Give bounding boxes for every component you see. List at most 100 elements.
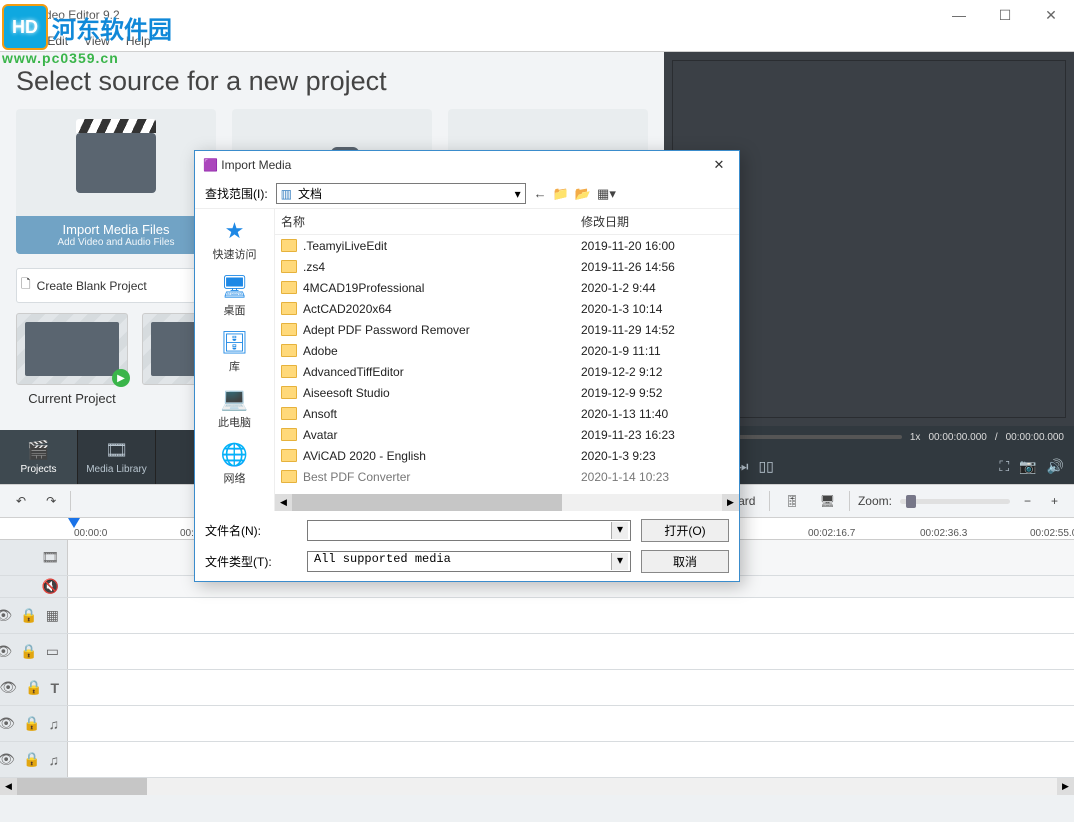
folder-icon: [281, 323, 297, 336]
col-date[interactable]: 修改日期: [581, 213, 731, 230]
import-media-title: Import Media Files: [20, 222, 212, 237]
file-row[interactable]: .TeamyiLiveEdit2019-11-20 16:00: [275, 235, 739, 256]
desktop-icon: 🖥: [221, 274, 249, 300]
star-icon: ★: [225, 218, 245, 244]
effects-icon: ▭: [46, 643, 59, 660]
file-row[interactable]: AdvancedTiffEditor2019-12-2 9:12: [275, 361, 739, 382]
current-project-label: Current Project: [16, 391, 128, 406]
zoom-in-button[interactable]: +: [1045, 492, 1064, 510]
close-button[interactable]: ✕: [1028, 0, 1074, 30]
tab-media-label: Media Library: [86, 464, 147, 475]
folder-icon: [281, 260, 297, 273]
minimize-button[interactable]: —: [936, 0, 982, 30]
file-row[interactable]: ActCAD2020x642020-1-3 10:14: [275, 298, 739, 319]
file-list: 名称 修改日期 .TeamyiLiveEdit2019-11-20 16:00.…: [275, 209, 739, 511]
folder-icon: [281, 344, 297, 357]
filename-input[interactable]: [307, 520, 631, 541]
filename-label: 文件名(N):: [205, 522, 297, 539]
view-menu-icon[interactable]: ▦▾: [597, 186, 616, 202]
zoom-out-button[interactable]: −: [1018, 492, 1037, 510]
eye-icon[interactable]: 👁: [0, 607, 12, 624]
file-row[interactable]: Adobe2020-1-9 11:11: [275, 340, 739, 361]
zoom-slider[interactable]: [900, 499, 1010, 504]
dialog-close-button[interactable]: ✕: [707, 157, 731, 173]
import-media-card[interactable]: Import Media Files Add Video and Audio F…: [16, 109, 216, 254]
redo-button[interactable]: ↷: [40, 492, 62, 510]
look-in-label: 查找范围(I):: [205, 185, 268, 202]
look-in-combo[interactable]: ▥ 文档 ▾: [276, 183, 526, 204]
filetype-combo[interactable]: All supported media: [307, 551, 631, 572]
track-overlay[interactable]: [68, 598, 1074, 633]
file-row[interactable]: AViCAD 2020 - English2020-1-3 9:23: [275, 445, 739, 466]
dialog-app-icon: 🟪: [203, 158, 218, 172]
track-text[interactable]: [68, 670, 1074, 705]
volume-button[interactable]: 🔊: [1047, 458, 1064, 475]
file-row[interactable]: 4MCAD19Professional2020-1-2 9:44: [275, 277, 739, 298]
look-in-value: 文档: [298, 185, 322, 202]
fit-button[interactable]: 🖥: [814, 492, 841, 510]
documents-icon: ▥: [281, 187, 292, 201]
place-this-pc[interactable]: 💻此电脑: [195, 383, 274, 433]
preview-speed: 1x: [910, 432, 921, 443]
lock-icon[interactable]: 🔒: [25, 679, 42, 696]
split-button[interactable]: ▯▯: [758, 458, 773, 475]
place-quick[interactable]: ★快速访问: [195, 215, 274, 265]
new-folder-icon[interactable]: 📂: [575, 186, 591, 202]
file-row[interactable]: Aiseesoft Studio2019-12-9 9:52: [275, 382, 739, 403]
cancel-button[interactable]: 取消: [641, 550, 729, 573]
preview-position: 00:00:00.000: [928, 432, 986, 443]
zoom-label: Zoom:: [858, 494, 892, 508]
place-library[interactable]: 🗄库: [195, 327, 274, 377]
folder-icon: [281, 407, 297, 420]
up-folder-icon[interactable]: 📁: [553, 186, 569, 202]
tab-projects[interactable]: 🎬 Projects: [0, 430, 78, 484]
playhead-icon[interactable]: [68, 518, 80, 528]
lock-icon[interactable]: 🔒: [20, 607, 37, 624]
create-blank-label: Create Blank Project: [37, 279, 147, 293]
eye-icon[interactable]: 👁: [0, 643, 12, 660]
import-media-sub: Add Video and Audio Files: [20, 237, 212, 248]
timeline-scroll[interactable]: ◀ ▶: [0, 778, 1074, 795]
video-track-icon: 🎞: [41, 549, 59, 566]
globe-icon: 🌐: [221, 442, 248, 468]
mute-icon[interactable]: 🔇: [42, 578, 59, 595]
folder-icon: [281, 302, 297, 315]
file-list-hscroll[interactable]: ◀▶: [275, 494, 739, 511]
track-effects[interactable]: [68, 634, 1074, 669]
scroll-right-icon[interactable]: ▶: [1057, 778, 1074, 795]
lock-icon[interactable]: 🔒: [23, 751, 40, 768]
tab-media-library[interactable]: 🎞 Media Library: [78, 430, 156, 484]
col-name[interactable]: 名称: [281, 213, 581, 230]
file-row[interactable]: .zs42019-11-26 14:56: [275, 256, 739, 277]
dialog-title: Import Media: [221, 158, 291, 172]
open-button[interactable]: 打开(O): [641, 519, 729, 542]
track-audio2[interactable]: [68, 742, 1074, 777]
text-icon: T: [50, 680, 59, 696]
fullscreen-button[interactable]: ⛶: [999, 458, 1009, 475]
snapshot-button[interactable]: 📷: [1019, 458, 1036, 475]
file-row[interactable]: Best PDF Converter2020-1-14 10:23: [275, 466, 739, 487]
lock-icon[interactable]: 🔒: [20, 643, 37, 660]
eye-icon[interactable]: 👁: [0, 751, 15, 768]
back-icon[interactable]: ←: [534, 186, 547, 201]
file-row[interactable]: Adept PDF Password Remover2019-11-29 14:…: [275, 319, 739, 340]
place-network[interactable]: 🌐网络: [195, 439, 274, 489]
audio-mix-button[interactable]: 🎚: [778, 492, 805, 510]
overlay-icon: ▦: [46, 607, 59, 624]
tab-projects-label: Projects: [20, 464, 56, 475]
track-audio1[interactable]: [68, 706, 1074, 741]
file-row[interactable]: Ansoft2020-1-13 11:40: [275, 403, 739, 424]
maximize-button[interactable]: ☐: [982, 0, 1028, 30]
file-row[interactable]: Avatar2019-11-23 16:23: [275, 424, 739, 445]
undo-button[interactable]: ↶: [10, 492, 32, 510]
eye-icon[interactable]: 👁: [0, 679, 17, 696]
preview-duration: 00:00:00.000: [1006, 432, 1064, 443]
current-project-thumb[interactable]: [16, 313, 128, 385]
scroll-left-icon[interactable]: ◀: [0, 778, 17, 795]
create-blank-project[interactable]: 🗋 Create Blank Project: [16, 268, 196, 303]
place-desktop[interactable]: 🖥桌面: [195, 271, 274, 321]
eye-icon[interactable]: 👁: [0, 715, 15, 732]
lock-icon[interactable]: 🔒: [23, 715, 40, 732]
filetype-label: 文件类型(T):: [205, 553, 297, 570]
folder-icon: [281, 449, 297, 462]
